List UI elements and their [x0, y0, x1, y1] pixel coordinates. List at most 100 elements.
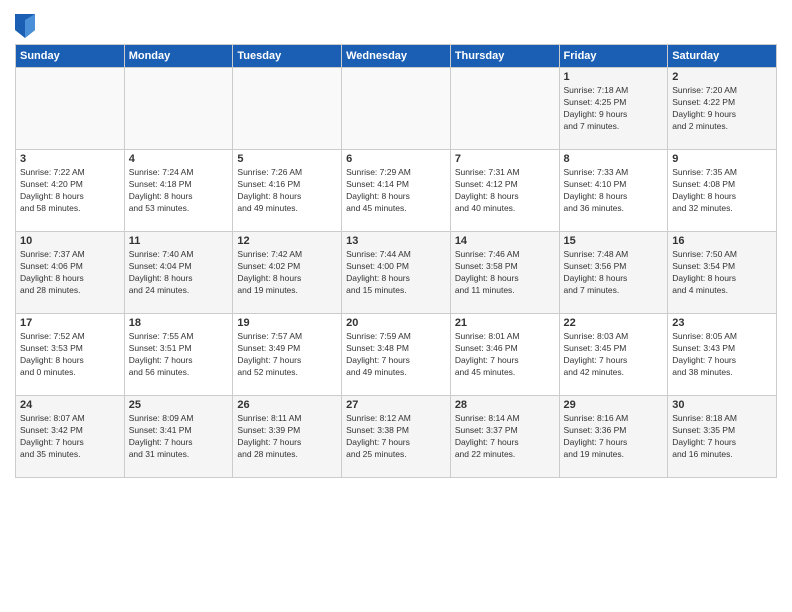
day-info: Sunrise: 8:01 AMSunset: 3:46 PMDaylight:… [455, 331, 555, 379]
day-number: 25 [129, 399, 229, 411]
day-number: 26 [237, 399, 337, 411]
day-number: 12 [237, 235, 337, 247]
day-info: Sunrise: 8:03 AMSunset: 3:45 PMDaylight:… [564, 331, 664, 379]
day-info: Sunrise: 7:33 AMSunset: 4:10 PMDaylight:… [564, 167, 664, 215]
calendar-cell: 26 Sunrise: 8:11 AMSunset: 3:39 PMDayligh… [233, 396, 342, 478]
day-info: Sunrise: 8:14 AMSunset: 3:37 PMDaylight:… [455, 413, 555, 461]
day-header-friday: Friday [559, 45, 668, 68]
week-row-1: 1Sunrise: 7:18 AMSunset: 4:25 PMDaylight… [16, 68, 777, 150]
day-number: 16 [672, 235, 772, 247]
calendar-cell [450, 68, 559, 150]
calendar-cell: 1Sunrise: 7:18 AMSunset: 4:25 PMDaylight… [559, 68, 668, 150]
day-number: 6 [346, 153, 446, 165]
calendar-cell: 6 Sunrise: 7:29 AMSunset: 4:14 PMDaylight… [342, 150, 451, 232]
day-number: 30 [672, 399, 772, 411]
calendar-cell: 2 Sunrise: 7:20 AMSunset: 4:22 PMDaylight… [668, 68, 777, 150]
day-info: Sunrise: 8:11 AMSunset: 3:39 PMDaylight:… [237, 413, 337, 461]
page: SundayMondayTuesdayWednesdayThursdayFrid… [0, 0, 792, 612]
header [15, 10, 777, 38]
calendar-cell: 21 Sunrise: 8:01 AMSunset: 3:46 PMDayligh… [450, 314, 559, 396]
calendar-cell: 15 Sunrise: 7:48 AMSunset: 3:56 PMDayligh… [559, 232, 668, 314]
day-info: Sunrise: 7:42 AMSunset: 4:02 PMDaylight:… [237, 249, 337, 297]
calendar-header-row: SundayMondayTuesdayWednesdayThursdayFrid… [16, 45, 777, 68]
day-info: Sunrise: 7:26 AMSunset: 4:16 PMDaylight:… [237, 167, 337, 215]
day-info: Sunrise: 7:52 AMSunset: 3:53 PMDaylight:… [20, 331, 120, 379]
day-info: Sunrise: 7:40 AMSunset: 4:04 PMDaylight:… [129, 249, 229, 297]
day-number: 2 [672, 71, 772, 83]
day-number: 7 [455, 153, 555, 165]
calendar-cell: 10Sunrise: 7:37 AMSunset: 4:06 PMDayligh… [16, 232, 125, 314]
day-info: Sunrise: 8:05 AMSunset: 3:43 PMDaylight:… [672, 331, 772, 379]
day-info: Sunrise: 8:16 AMSunset: 3:36 PMDaylight:… [564, 413, 664, 461]
day-header-wednesday: Wednesday [342, 45, 451, 68]
calendar-cell: 25 Sunrise: 8:09 AMSunset: 3:41 PMDayligh… [124, 396, 233, 478]
day-info: Sunrise: 8:07 AMSunset: 3:42 PMDaylight:… [20, 413, 120, 461]
calendar-cell: 27 Sunrise: 8:12 AMSunset: 3:38 PMDayligh… [342, 396, 451, 478]
day-info: Sunrise: 7:55 AMSunset: 3:51 PMDaylight:… [129, 331, 229, 379]
day-number: 27 [346, 399, 446, 411]
day-info: Sunrise: 7:50 AMSunset: 3:54 PMDaylight:… [672, 249, 772, 297]
day-info: Sunrise: 7:18 AMSunset: 4:25 PMDaylight:… [564, 85, 664, 133]
week-row-3: 10Sunrise: 7:37 AMSunset: 4:06 PMDayligh… [16, 232, 777, 314]
day-info: Sunrise: 7:24 AMSunset: 4:18 PMDaylight:… [129, 167, 229, 215]
day-number: 3 [20, 153, 120, 165]
day-number: 29 [564, 399, 664, 411]
day-number: 21 [455, 317, 555, 329]
day-number: 8 [564, 153, 664, 165]
day-header-thursday: Thursday [450, 45, 559, 68]
calendar: SundayMondayTuesdayWednesdayThursdayFrid… [15, 44, 777, 478]
calendar-cell: 30 Sunrise: 8:18 AMSunset: 3:35 PMDayligh… [668, 396, 777, 478]
calendar-cell [16, 68, 125, 150]
day-info: Sunrise: 7:44 AMSunset: 4:00 PMDaylight:… [346, 249, 446, 297]
calendar-cell: 20 Sunrise: 7:59 AMSunset: 3:48 PMDayligh… [342, 314, 451, 396]
day-number: 9 [672, 153, 772, 165]
day-info: Sunrise: 7:29 AMSunset: 4:14 PMDaylight:… [346, 167, 446, 215]
calendar-cell: 7 Sunrise: 7:31 AMSunset: 4:12 PMDaylight… [450, 150, 559, 232]
day-header-monday: Monday [124, 45, 233, 68]
calendar-cell: 14 Sunrise: 7:46 AMSunset: 3:58 PMDayligh… [450, 232, 559, 314]
week-row-4: 17 Sunrise: 7:52 AMSunset: 3:53 PMDayligh… [16, 314, 777, 396]
calendar-cell [233, 68, 342, 150]
day-info: Sunrise: 7:22 AMSunset: 4:20 PMDaylight:… [20, 167, 120, 215]
day-number: 4 [129, 153, 229, 165]
week-row-2: 3 Sunrise: 7:22 AMSunset: 4:20 PMDaylight… [16, 150, 777, 232]
day-info: Sunrise: 8:12 AMSunset: 3:38 PMDaylight:… [346, 413, 446, 461]
calendar-cell: 4 Sunrise: 7:24 AMSunset: 4:18 PMDaylight… [124, 150, 233, 232]
day-header-sunday: Sunday [16, 45, 125, 68]
day-number: 17 [20, 317, 120, 329]
calendar-cell: 17 Sunrise: 7:52 AMSunset: 3:53 PMDayligh… [16, 314, 125, 396]
calendar-cell: 16 Sunrise: 7:50 AMSunset: 3:54 PMDayligh… [668, 232, 777, 314]
day-info: Sunrise: 7:57 AMSunset: 3:49 PMDaylight:… [237, 331, 337, 379]
day-number: 14 [455, 235, 555, 247]
calendar-cell: 29 Sunrise: 8:16 AMSunset: 3:36 PMDayligh… [559, 396, 668, 478]
day-info: Sunrise: 8:09 AMSunset: 3:41 PMDaylight:… [129, 413, 229, 461]
day-number: 28 [455, 399, 555, 411]
week-row-5: 24 Sunrise: 8:07 AMSunset: 3:42 PMDayligh… [16, 396, 777, 478]
logo-icon [15, 14, 35, 38]
calendar-cell: 8 Sunrise: 7:33 AMSunset: 4:10 PMDaylight… [559, 150, 668, 232]
day-number: 20 [346, 317, 446, 329]
day-info: Sunrise: 7:20 AMSunset: 4:22 PMDaylight:… [672, 85, 772, 133]
logo [15, 14, 38, 38]
day-number: 13 [346, 235, 446, 247]
calendar-cell: 12 Sunrise: 7:42 AMSunset: 4:02 PMDayligh… [233, 232, 342, 314]
day-info: Sunrise: 7:35 AMSunset: 4:08 PMDaylight:… [672, 167, 772, 215]
day-info: Sunrise: 7:59 AMSunset: 3:48 PMDaylight:… [346, 331, 446, 379]
calendar-cell: 18 Sunrise: 7:55 AMSunset: 3:51 PMDayligh… [124, 314, 233, 396]
day-header-tuesday: Tuesday [233, 45, 342, 68]
day-number: 24 [20, 399, 120, 411]
calendar-cell: 19Sunrise: 7:57 AMSunset: 3:49 PMDayligh… [233, 314, 342, 396]
day-info: Sunrise: 7:37 AMSunset: 4:06 PMDaylight:… [20, 249, 120, 297]
day-number: 18 [129, 317, 229, 329]
day-number: 15 [564, 235, 664, 247]
day-info: Sunrise: 7:31 AMSunset: 4:12 PMDaylight:… [455, 167, 555, 215]
day-info: Sunrise: 8:18 AMSunset: 3:35 PMDaylight:… [672, 413, 772, 461]
calendar-cell: 22Sunrise: 8:03 AMSunset: 3:45 PMDayligh… [559, 314, 668, 396]
day-info: Sunrise: 7:48 AMSunset: 3:56 PMDaylight:… [564, 249, 664, 297]
day-info: Sunrise: 7:46 AMSunset: 3:58 PMDaylight:… [455, 249, 555, 297]
calendar-cell: 23Sunrise: 8:05 AMSunset: 3:43 PMDayligh… [668, 314, 777, 396]
calendar-cell: 13 Sunrise: 7:44 AMSunset: 4:00 PMDayligh… [342, 232, 451, 314]
calendar-cell [124, 68, 233, 150]
day-header-saturday: Saturday [668, 45, 777, 68]
day-number: 5 [237, 153, 337, 165]
